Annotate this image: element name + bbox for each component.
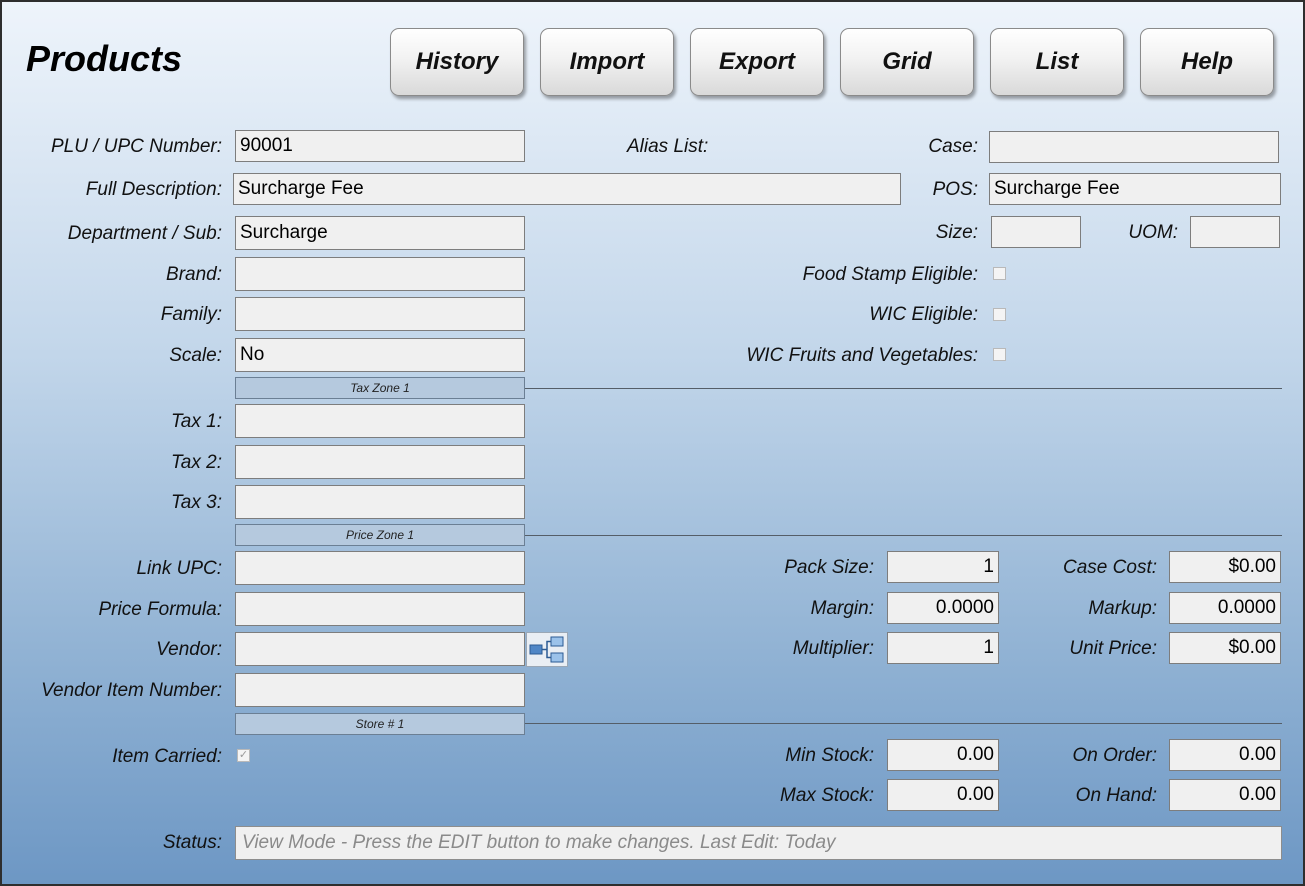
min-stock-field[interactable]: 0.00 [887, 739, 999, 771]
on-hand-label: On Hand: [1075, 785, 1157, 806]
tax3-label: Tax 3: [170, 492, 222, 513]
markup-label: Markup: [1088, 598, 1157, 619]
wic-fruits-vegetables-label: WIC Fruits and Vegetables: [746, 345, 978, 366]
wic-checkbox[interactable] [993, 308, 1006, 321]
checkmark-icon: ✓ [238, 749, 249, 761]
on-order-field[interactable]: 0.00 [1169, 739, 1281, 771]
pack-size-label: Pack Size: [784, 557, 874, 578]
import-button[interactable]: Import [540, 28, 674, 96]
vendor-lookup-button[interactable] [526, 632, 568, 667]
department-label: Department / Sub: [67, 223, 222, 244]
full-description-field[interactable]: Surcharge Fee [233, 173, 901, 205]
status-field: View Mode - Press the EDIT button to mak… [235, 826, 1282, 860]
grid-button[interactable]: Grid [840, 28, 974, 96]
unit-price-field[interactable]: $0.00 [1169, 632, 1281, 664]
brand-label: Brand: [166, 264, 222, 285]
uom-label: UOM: [1128, 222, 1178, 243]
vendor-item-number-field[interactable] [235, 673, 525, 707]
brand-field[interactable] [235, 257, 525, 291]
plu-label: PLU / UPC Number: [50, 136, 222, 157]
list-button[interactable]: List [990, 28, 1124, 96]
tax1-field[interactable] [235, 404, 525, 438]
store-divider [525, 723, 1282, 724]
page-title: Products [26, 38, 183, 79]
price-zone-tab[interactable]: Price Zone 1 [235, 524, 525, 546]
vendor-item-number-label: Vendor Item Number: [41, 680, 222, 701]
export-button[interactable]: Export [690, 28, 824, 96]
store-tab[interactable]: Store # 1 [235, 713, 525, 735]
tax2-label: Tax 2: [170, 452, 222, 473]
vendor-field[interactable] [235, 632, 525, 666]
price-formula-field[interactable] [235, 592, 525, 626]
on-order-label: On Order: [1072, 745, 1157, 766]
full-description-label: Full Description: [85, 179, 222, 200]
family-field[interactable] [235, 297, 525, 331]
department-field[interactable]: Surcharge [235, 216, 525, 250]
multiplier-field[interactable]: 1 [887, 632, 999, 664]
wic-label: WIC Eligible: [869, 304, 978, 325]
wic-fruits-vegetables-checkbox[interactable] [993, 348, 1006, 361]
help-button[interactable]: Help [1140, 28, 1274, 96]
item-carried-checkbox[interactable]: ✓ [237, 749, 250, 762]
food-stamp-checkbox[interactable] [993, 267, 1006, 280]
link-upc-label: Link UPC: [136, 558, 222, 579]
case-cost-label: Case Cost: [1063, 557, 1157, 578]
tax-zone-divider [525, 388, 1282, 389]
pos-field[interactable]: Surcharge Fee [989, 173, 1281, 205]
scale-label: Scale: [169, 345, 222, 366]
max-stock-field[interactable]: 0.00 [887, 779, 999, 811]
on-hand-field[interactable]: 0.00 [1169, 779, 1281, 811]
alias-list-label: Alias List: [627, 136, 709, 157]
history-button[interactable]: History [390, 28, 524, 96]
price-formula-label: Price Formula: [98, 599, 222, 620]
tax3-field[interactable] [235, 485, 525, 519]
link-upc-field[interactable] [235, 551, 525, 585]
case-label: Case: [928, 136, 978, 157]
case-cost-field[interactable]: $0.00 [1169, 551, 1281, 583]
scale-field[interactable]: No [235, 338, 525, 372]
margin-field[interactable]: 0.0000 [887, 592, 999, 624]
max-stock-label: Max Stock: [780, 785, 874, 806]
hierarchy-icon [529, 636, 564, 663]
food-stamp-label: Food Stamp Eligible: [802, 264, 978, 285]
multiplier-label: Multiplier: [792, 638, 874, 659]
status-label: Status: [162, 832, 222, 853]
products-window: Products History Import Export Grid List… [0, 0, 1305, 886]
tax1-label: Tax 1: [170, 411, 222, 432]
pack-size-field[interactable]: 1 [887, 551, 999, 583]
item-carried-label: Item Carried: [112, 746, 222, 767]
case-field[interactable] [989, 131, 1279, 163]
margin-label: Margin: [810, 598, 874, 619]
tax2-field[interactable] [235, 445, 525, 479]
unit-price-label: Unit Price: [1069, 638, 1157, 659]
tax-zone-tab[interactable]: Tax Zone 1 [235, 377, 525, 399]
size-field[interactable] [991, 216, 1081, 248]
price-zone-divider [525, 535, 1282, 536]
min-stock-label: Min Stock: [785, 745, 874, 766]
vendor-label: Vendor: [156, 639, 222, 660]
uom-field[interactable] [1190, 216, 1280, 248]
family-label: Family: [160, 304, 222, 325]
size-label: Size: [935, 222, 978, 243]
markup-field[interactable]: 0.0000 [1169, 592, 1281, 624]
pos-label: POS: [932, 179, 978, 200]
plu-field[interactable]: 90001 [235, 130, 525, 162]
